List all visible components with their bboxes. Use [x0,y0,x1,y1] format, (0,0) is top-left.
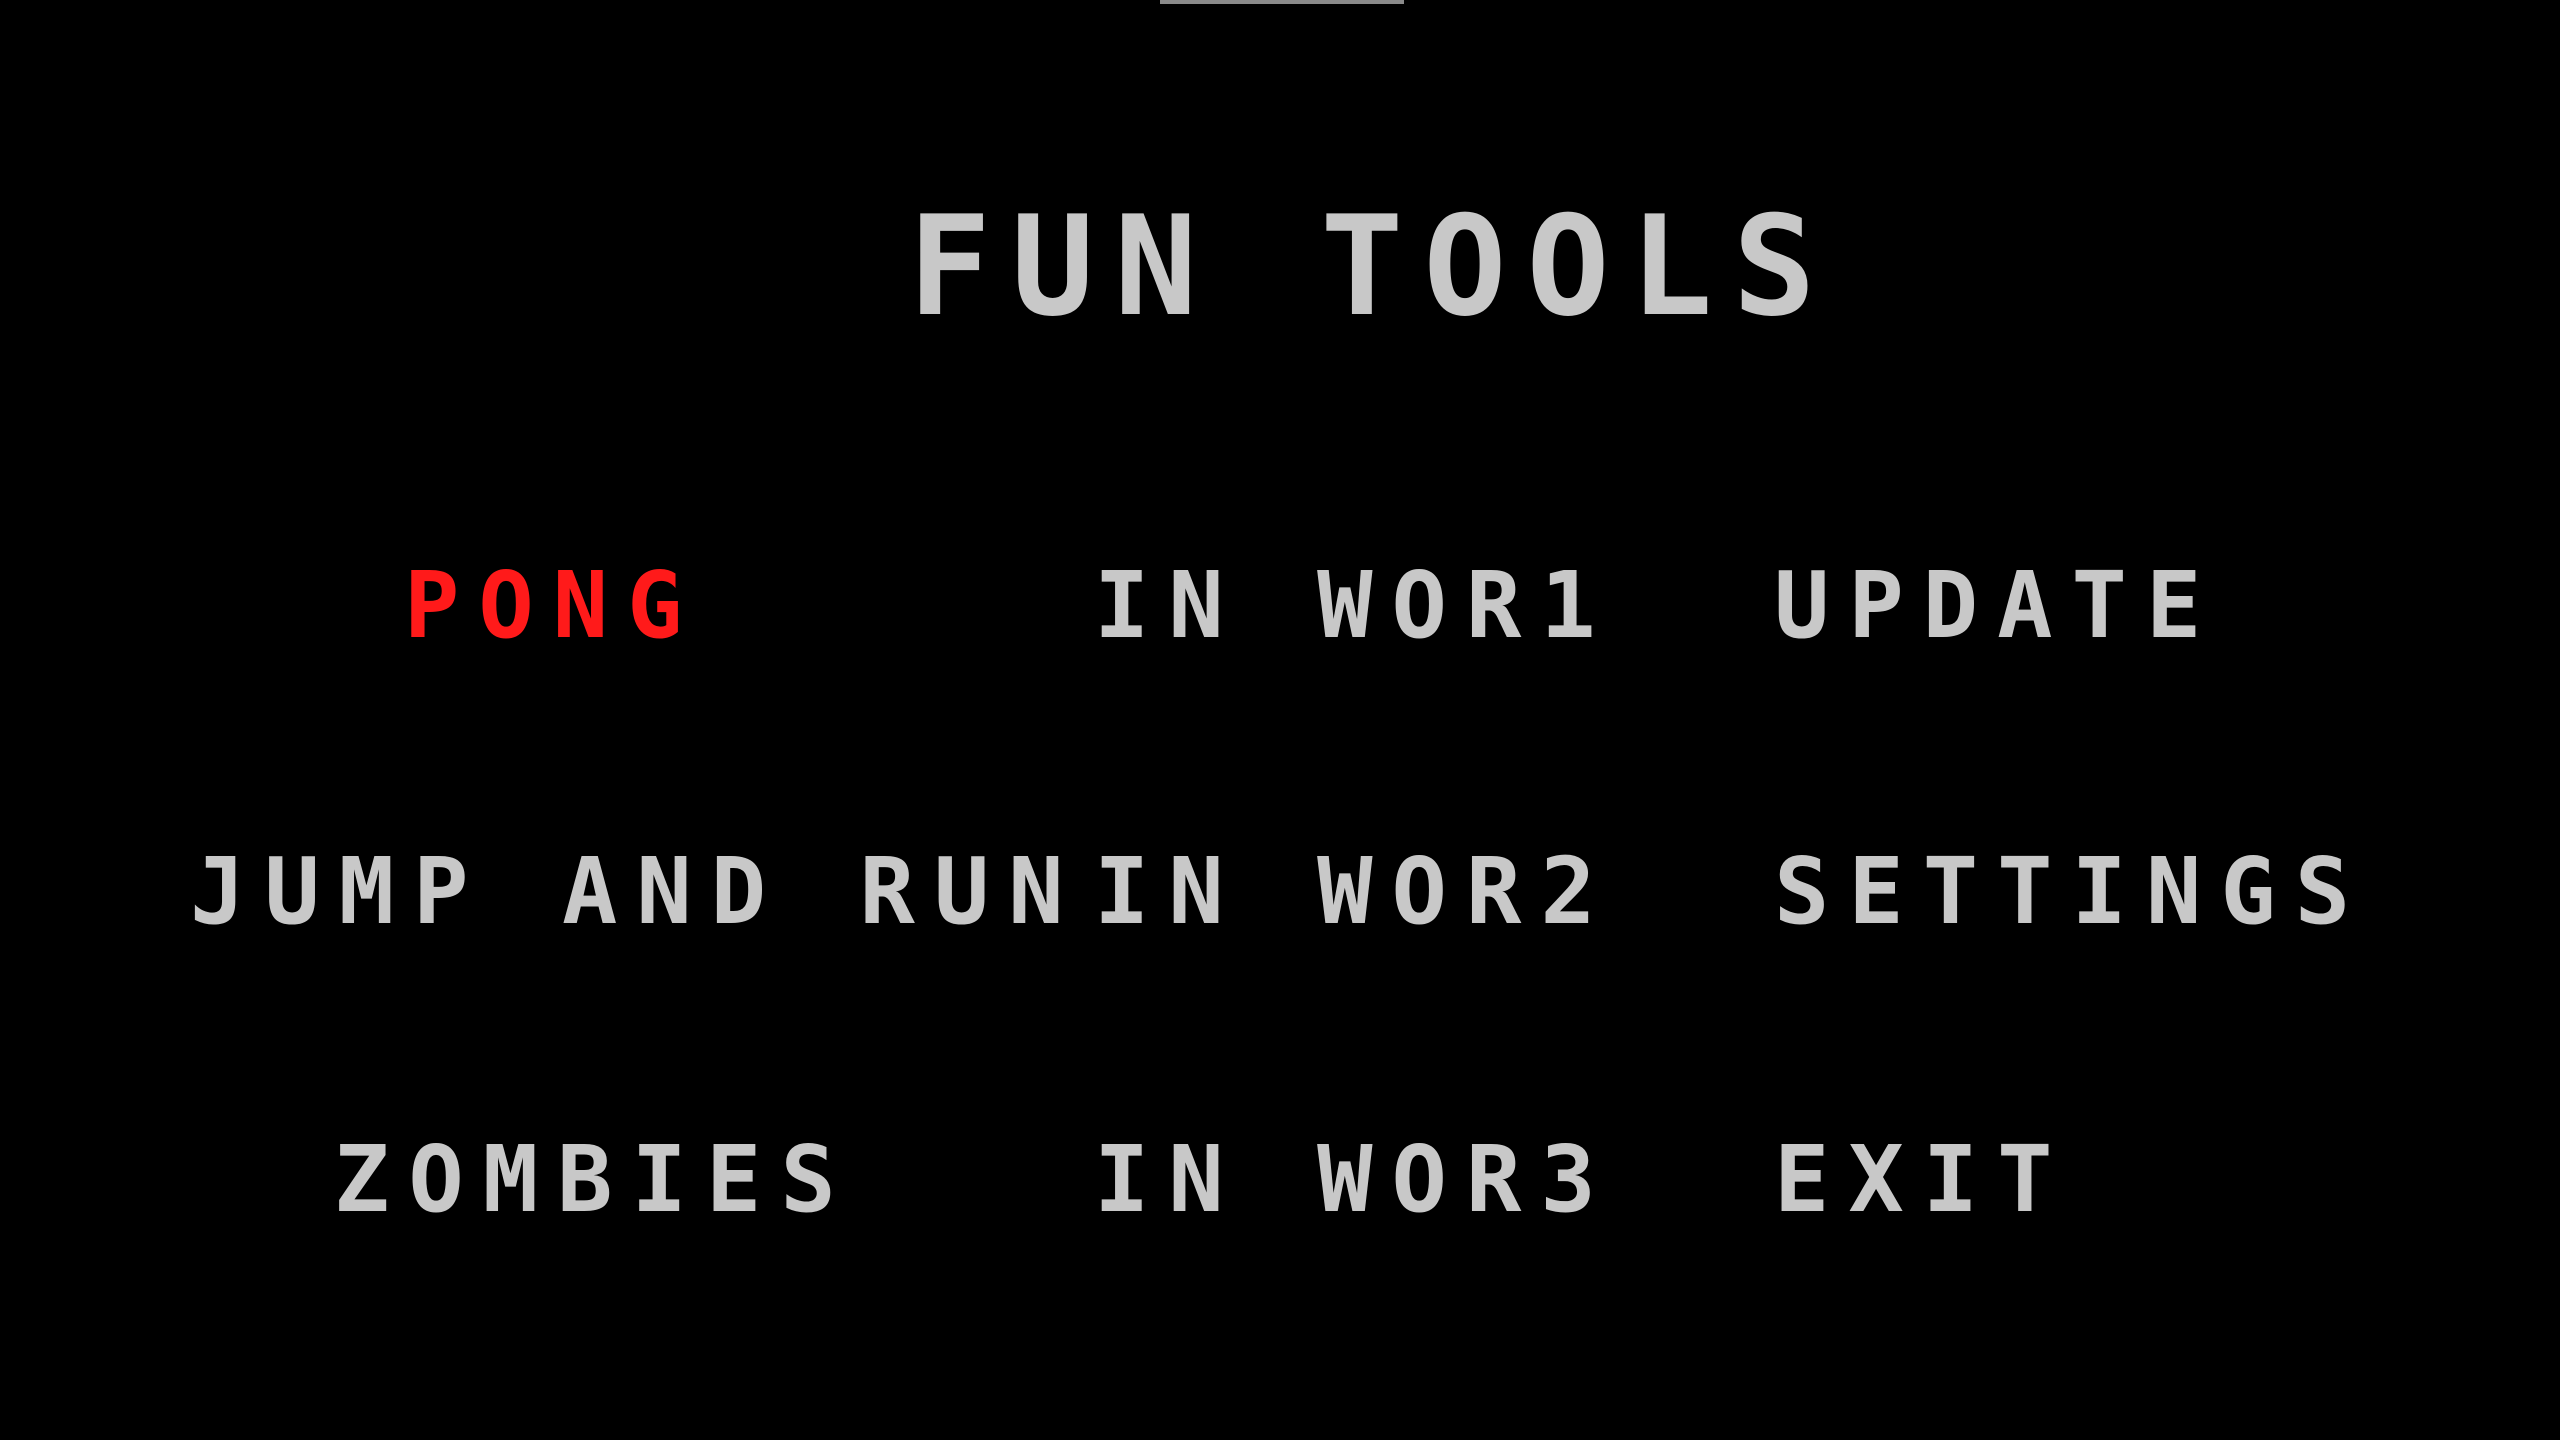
top-edge-bar [1160,0,1404,4]
menu-item-exit[interactable]: EXIT [1774,1134,2072,1226]
menu-item-in-wor1[interactable]: IN WOR1 [1094,560,1615,652]
menu-item-in-wor2[interactable]: IN WOR2 [1094,846,1615,938]
menu-item-pong[interactable]: PONG [404,560,702,652]
menu-item-jump-and-run[interactable]: JUMP AND RUN [190,846,1083,938]
menu-item-zombies[interactable]: ZOMBIES [334,1134,855,1226]
menu-item-in-wor3[interactable]: IN WOR3 [1094,1134,1615,1226]
game-screen: FUN TOOLS PONG JUMP AND RUN ZOMBIES IN W… [0,0,2560,1440]
menu-item-settings[interactable]: SETTINGS [1774,846,2369,938]
menu-title: FUN TOOLS [908,186,1836,347]
menu-item-update[interactable]: UPDATE [1774,560,2220,652]
